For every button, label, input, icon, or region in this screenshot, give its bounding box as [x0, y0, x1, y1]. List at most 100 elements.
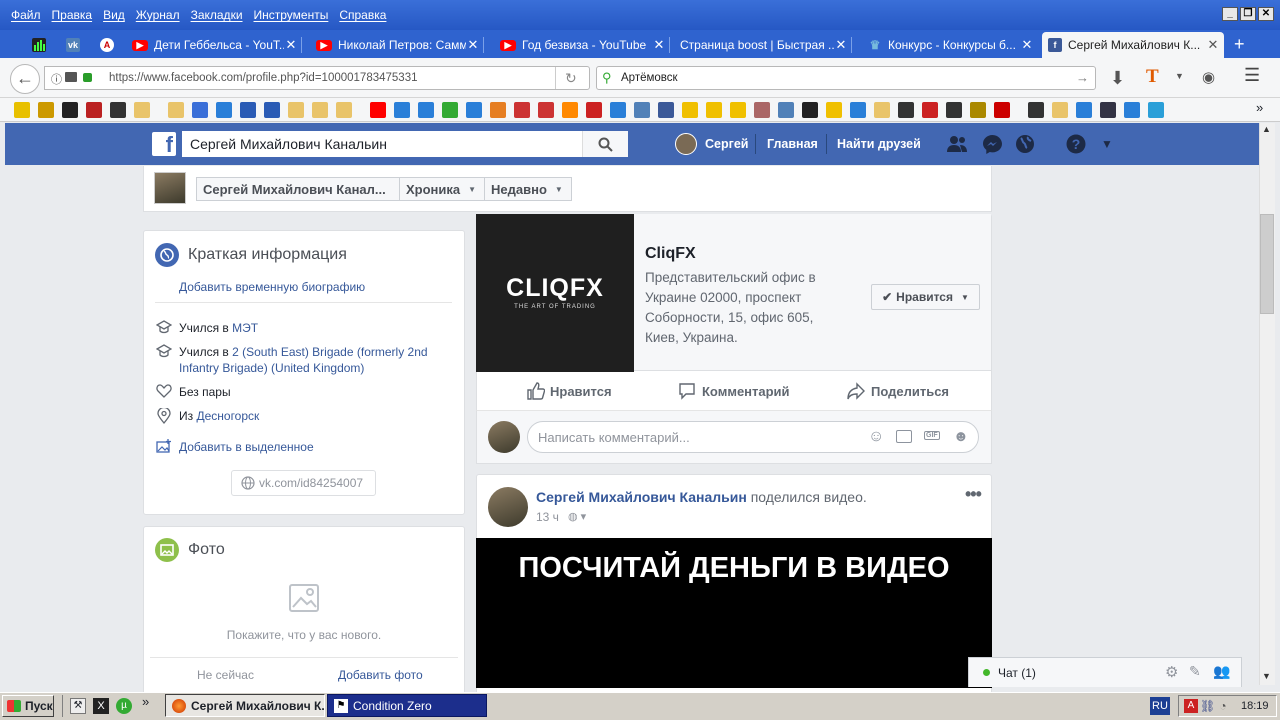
bookmark-icon[interactable] — [62, 102, 78, 118]
bookmark-icon[interactable] — [682, 102, 698, 118]
bookmark-icon[interactable] — [754, 102, 770, 118]
privacy-globe-icon[interactable]: ◍ ▾ — [568, 510, 586, 523]
volume-icon[interactable]: ◔ — [1216, 699, 1230, 713]
antivirus-icon[interactable]: A — [1184, 699, 1198, 713]
bookmark-icon[interactable] — [466, 102, 482, 118]
share-action[interactable]: Поделиться — [847, 382, 949, 400]
search-go-icon[interactable]: → — [1076, 70, 1089, 85]
page-logo[interactable]: CLIQFX THE ART OF TRADING — [476, 214, 634, 372]
bookmark-icon[interactable] — [826, 102, 842, 118]
author-link[interactable]: Сергей Михайлович Канальин — [536, 489, 747, 505]
bookmark-icon[interactable] — [288, 102, 304, 118]
friend-requests-icon[interactable] — [946, 134, 968, 154]
bookmark-icon[interactable] — [1028, 102, 1044, 118]
chat-settings-icon[interactable]: ⚙ — [1165, 663, 1178, 681]
bookmark-icon[interactable] — [538, 102, 554, 118]
menu-edit[interactable]: Правка — [52, 0, 93, 30]
facebook-search-input[interactable] — [182, 131, 582, 157]
bookmark-icon[interactable] — [610, 102, 626, 118]
bookmark-icon[interactable] — [658, 102, 674, 118]
bookmark-icon[interactable] — [394, 102, 410, 118]
pinned-tab-vk[interactable]: vk — [60, 32, 86, 58]
scroll-down-icon[interactable]: ▼ — [1262, 671, 1271, 681]
bookmark-icon[interactable] — [134, 102, 150, 118]
bookmark-icon[interactable] — [442, 102, 458, 118]
profile-name-button[interactable]: Сергей Михайлович Канал... — [196, 177, 400, 201]
bookmark-icon[interactable] — [514, 102, 530, 118]
new-message-icon[interactable]: ✎ — [1189, 663, 1201, 680]
sticker-icon[interactable]: ☻ — [953, 428, 969, 445]
post-time[interactable]: 13 ч — [536, 510, 559, 524]
close-window-button[interactable]: ✕ — [1258, 7, 1274, 21]
bookmark-icon[interactable] — [898, 102, 914, 118]
bookmark-icon[interactable] — [1100, 102, 1116, 118]
permissions-icon[interactable] — [65, 72, 77, 82]
close-tab-icon[interactable]: ✕ — [1020, 37, 1034, 53]
pinned-tab-3[interactable]: A — [94, 32, 120, 58]
bookmark-icon[interactable] — [490, 102, 506, 118]
vertical-scrollbar[interactable] — [1259, 123, 1275, 685]
start-button[interactable]: Пуск — [2, 695, 54, 717]
camera-icon[interactable] — [896, 430, 912, 443]
reload-icon[interactable]: ↻ — [565, 70, 577, 87]
bookmark-icon[interactable] — [192, 102, 208, 118]
taskbar-button-firefox[interactable]: Сергей Михайлович К... — [165, 694, 325, 717]
bookmark-icon[interactable] — [706, 102, 722, 118]
menu-bookmarks[interactable]: Закладки — [191, 0, 243, 30]
menu-file[interactable]: Файл — [11, 0, 41, 30]
bookmark-icon[interactable] — [38, 102, 54, 118]
author-avatar[interactable] — [488, 487, 528, 527]
add-bio-link[interactable]: Добавить временную биографию — [179, 280, 365, 294]
extension-icon[interactable]: ◉ — [1202, 68, 1215, 86]
close-tab-icon[interactable]: ✕ — [834, 37, 848, 53]
bookmark-icon[interactable] — [216, 102, 232, 118]
network-icon[interactable]: ⛓ — [1200, 699, 1215, 713]
hamburger-menu-icon[interactable]: ☰ — [1244, 65, 1260, 86]
account-menu-icon[interactable]: ▼ — [1101, 137, 1113, 151]
bookmark-icon[interactable] — [418, 102, 434, 118]
emoji-icon[interactable]: ☺ — [868, 428, 884, 446]
menu-tools[interactable]: Инструменты — [254, 0, 329, 30]
scroll-up-icon[interactable]: ▲ — [1262, 124, 1271, 134]
bookmark-icon[interactable] — [634, 102, 650, 118]
comment-action[interactable]: Комментарий — [678, 382, 790, 400]
bookmark-icon[interactable] — [874, 102, 890, 118]
close-tab-icon[interactable]: ✕ — [652, 37, 666, 53]
comment-input[interactable]: Написать комментарий... ☺ GIF ☻ — [527, 421, 979, 453]
bookmark-icon[interactable] — [336, 102, 352, 118]
url-bar[interactable]: ⓘ https://www.facebook.com/profile.php?i… — [44, 66, 590, 90]
not-now-link[interactable]: Не сейчас — [197, 668, 254, 682]
quicklaunch-icon[interactable]: ⚒ — [70, 698, 86, 714]
back-button[interactable]: ← — [10, 64, 40, 94]
dropdown-icon[interactable]: ▼ — [1175, 71, 1184, 81]
quicklaunch-x-icon[interactable]: X — [93, 698, 109, 714]
close-tab-icon[interactable]: ✕ — [284, 37, 298, 53]
bookmark-icon[interactable] — [1124, 102, 1140, 118]
taskbar-button-condition-zero[interactable]: ⚑ Condition Zero — [327, 694, 487, 717]
add-photo-link[interactable]: Добавить фото — [338, 668, 423, 682]
translate-extension-icon[interactable]: T — [1146, 66, 1159, 88]
search-button[interactable] — [582, 131, 628, 157]
download-icon[interactable]: ⬇ — [1110, 68, 1125, 89]
facebook-logo[interactable]: f — [152, 132, 176, 157]
bookmark-icon[interactable] — [1148, 102, 1164, 118]
bookmark-icon[interactable] — [370, 102, 386, 118]
minimize-button[interactable]: _ — [1222, 7, 1238, 21]
more-options-icon[interactable]: ••• — [965, 484, 982, 505]
bookmark-icon[interactable] — [562, 102, 578, 118]
language-indicator[interactable]: RU — [1150, 697, 1170, 715]
tab-active-facebook[interactable]: f Сергей Михайлович К... ✕ — [1042, 32, 1224, 58]
search-bar[interactable]: ⚲ Артёмовск → — [596, 66, 1096, 90]
help-icon[interactable]: ? — [1066, 134, 1086, 154]
create-group-icon[interactable]: 👥 — [1213, 663, 1230, 680]
scrollbar-thumb[interactable] — [1260, 214, 1274, 314]
restore-button[interactable]: ❐ — [1240, 7, 1256, 21]
video-player[interactable]: ПОСЧИТАЙ ДЕНЬГИ В ВИДЕО — [476, 538, 992, 688]
bookmark-icon[interactable] — [586, 102, 602, 118]
more-quicklaunch-icon[interactable]: » — [142, 694, 149, 709]
close-tab-icon[interactable]: ✕ — [466, 37, 480, 53]
bookmark-icon[interactable] — [802, 102, 818, 118]
bookmark-icon[interactable] — [240, 102, 256, 118]
avatar[interactable] — [675, 133, 697, 155]
menu-help[interactable]: Справка — [339, 0, 386, 30]
